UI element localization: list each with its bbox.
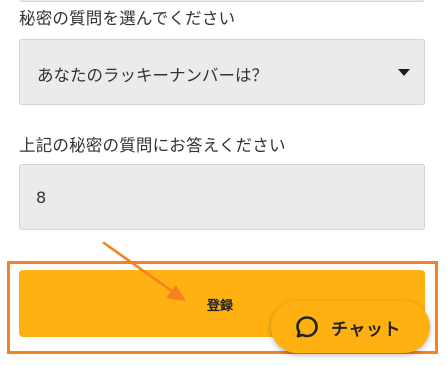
secret-answer-label: 上記の秘密の質問にお答えください [19, 136, 286, 155]
secret-question-select[interactable]: あなたのラッキーナンバーは？ [19, 39, 425, 105]
secret-answer-input[interactable] [19, 164, 425, 230]
previous-field-edge [19, 0, 425, 2]
chat-button[interactable]: チャット [271, 301, 430, 353]
secret-question-label: 秘密の質問を選んでください [19, 9, 236, 28]
dropdown-caret-icon [398, 69, 410, 76]
chat-button-label: チャット [331, 320, 401, 339]
selected-question-value: あなたのラッキーナンバーは？ [37, 66, 268, 85]
chat-bubble-icon [296, 316, 318, 338]
